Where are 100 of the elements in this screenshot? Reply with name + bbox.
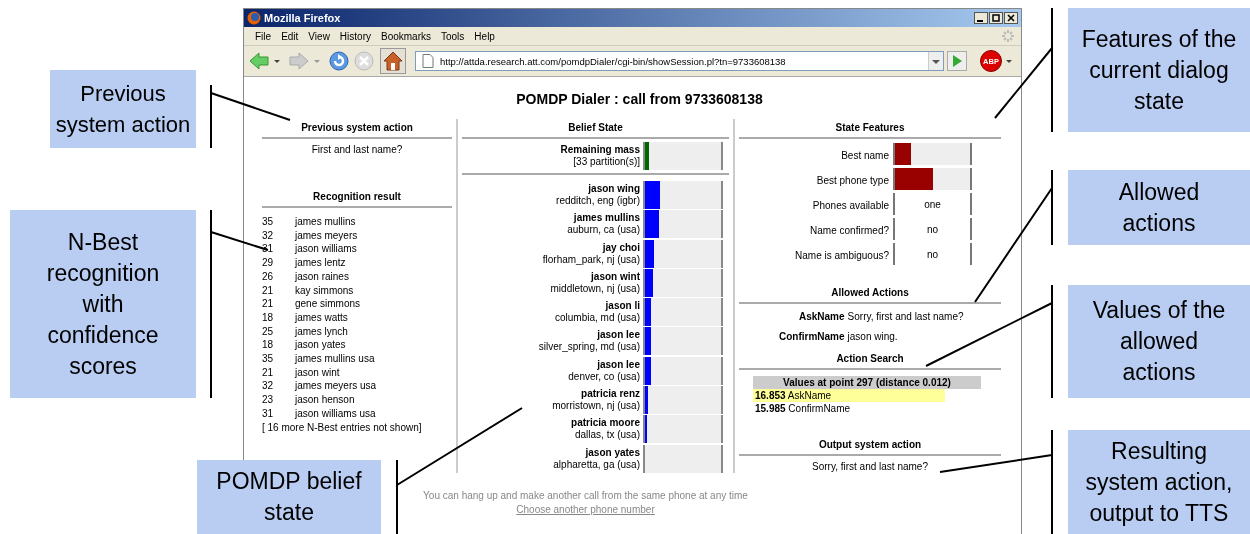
recognized-name: kay simmons bbox=[295, 283, 354, 298]
recognized-name: james lynch bbox=[295, 324, 348, 339]
confidence-score: 21 bbox=[262, 283, 275, 298]
confidence-score: 35 bbox=[262, 352, 275, 366]
hypothesis-name: jason lee bbox=[596, 358, 640, 371]
system-prompt: Sorry, first and last name? bbox=[811, 460, 929, 472]
callout-label: Resulting system action, output to TTS bbox=[1068, 430, 1250, 534]
close-button[interactable] bbox=[1004, 12, 1018, 24]
feature-label: Name confirmed? bbox=[809, 224, 890, 238]
recognized-name: james mullins usa bbox=[295, 352, 375, 366]
hypothesis-location: alpharetta, ga (usa) bbox=[552, 458, 640, 471]
confidence-score: 26 bbox=[262, 269, 275, 284]
action-name: ConfirmName bbox=[779, 330, 845, 344]
section-heading: Previous system action bbox=[262, 119, 452, 139]
callout-label: N-Best recognition with confidence scores bbox=[10, 210, 196, 398]
hypothesis-name: jason wint bbox=[589, 270, 640, 283]
section-heading: Belief State bbox=[462, 119, 729, 139]
callout-label: Allowed actions bbox=[1068, 170, 1250, 245]
hypothesis-location: silver_spring, md (usa) bbox=[537, 341, 640, 354]
maximize-button[interactable] bbox=[989, 12, 1003, 24]
recognized-name: james meyers bbox=[295, 228, 358, 243]
hypothesis-location: columbia, md (usa) bbox=[553, 312, 640, 325]
page-title: POMDP Dialer : call from 9733608138 bbox=[515, 91, 764, 107]
menu-item[interactable]: Edit bbox=[276, 29, 304, 43]
action-value-row-text: 15.985 ConfirmName bbox=[754, 402, 852, 415]
menu-item[interactable]: History bbox=[334, 29, 376, 43]
menu-item[interactable]: Help bbox=[469, 29, 500, 43]
recognized-name: jason wint bbox=[295, 365, 340, 380]
footer-note: You can hang up and make another call from the same phone at any time bbox=[422, 488, 749, 503]
hypothesis-name: jason wing bbox=[587, 183, 640, 195]
feature-label: Phones available bbox=[811, 199, 890, 213]
action-prompt: jason wing. bbox=[847, 330, 899, 344]
firefox-logo-icon[interactable] bbox=[247, 11, 261, 25]
hypothesis-name: jason yates bbox=[584, 446, 640, 459]
recognized-name: jason raines bbox=[295, 269, 349, 284]
confidence-score: 18 bbox=[262, 338, 275, 353]
action-name: AskName bbox=[798, 310, 845, 324]
recognized-name: jason williams usa bbox=[295, 406, 376, 421]
address-field[interactable]: http://attda.research.att.com/pomdpDialer/cgi-bin/showSession.pl?tn=9733608138 bbox=[415, 51, 944, 71]
confidence-score: 32 bbox=[262, 228, 275, 243]
hypothesis-location: florham_park, nj (usa) bbox=[541, 253, 640, 266]
recognized-name: james mullins bbox=[295, 215, 356, 229]
feature-value: no bbox=[893, 243, 972, 265]
menu-item[interactable]: Tools bbox=[436, 29, 470, 43]
values-heading: Values at point 297 (distance 0.012) bbox=[753, 376, 981, 389]
confidence-score: 21 bbox=[262, 365, 275, 380]
menu-item[interactable]: View bbox=[303, 29, 335, 43]
section-heading: State Features bbox=[739, 119, 1001, 139]
reload-icon[interactable] bbox=[328, 50, 350, 72]
confidence-score: 18 bbox=[262, 310, 275, 325]
menu-item[interactable]: File bbox=[250, 29, 277, 43]
feature-label: Best phone type bbox=[815, 174, 890, 188]
hypothesis-name: james mullins bbox=[572, 212, 640, 225]
confidence-score: 23 bbox=[262, 393, 275, 407]
hypothesis-location: dallas, tx (usa) bbox=[573, 429, 640, 442]
confidence-score: 21 bbox=[262, 297, 275, 311]
callout-label: Values of the allowed actions bbox=[1068, 285, 1250, 398]
minimize-button[interactable] bbox=[974, 12, 988, 24]
hypothesis-name: jason lee bbox=[596, 329, 640, 342]
recognized-name: jason henson bbox=[295, 393, 355, 407]
home-icon[interactable] bbox=[380, 48, 406, 74]
hypothesis-name: jason li bbox=[604, 300, 640, 313]
hypothesis-name: jay choi bbox=[601, 241, 640, 254]
section-heading: Action Search bbox=[739, 350, 1001, 370]
feature-value: one bbox=[893, 193, 972, 215]
phone-number-link[interactable]: Choose another phone number bbox=[516, 503, 655, 515]
menu-item[interactable]: Bookmarks bbox=[376, 29, 436, 43]
callout-label: Features of the current dialog state bbox=[1068, 8, 1250, 132]
action-value-row: 16.853 AskName bbox=[753, 389, 945, 402]
recognized-name: jason williams bbox=[295, 242, 357, 257]
hypothesis-location: auburn, ca (usa) bbox=[566, 224, 640, 237]
system-prompt: First and last name? bbox=[310, 143, 404, 157]
hypothesis-location: morristown, nj (usa) bbox=[551, 400, 640, 413]
feature-label: Name is ambiguous? bbox=[794, 249, 890, 263]
recognized-name: james lentz bbox=[295, 256, 346, 270]
confidence-score: 31 bbox=[262, 406, 275, 421]
hypothesis-name: Remaining mass bbox=[559, 144, 640, 156]
hypothesis-name: patricia moore bbox=[570, 417, 640, 430]
confidence-score: 31 bbox=[262, 242, 275, 257]
recognized-name: gene simmons bbox=[295, 297, 361, 311]
hypothesis-location: redditch, eng (igbr) bbox=[555, 195, 640, 207]
action-prompt: Sorry, first and last name? bbox=[847, 310, 964, 324]
recognized-name: jason yates bbox=[295, 338, 346, 353]
hypothesis-location: middletown, nj (usa) bbox=[549, 282, 640, 295]
recognized-name: james meyers usa bbox=[295, 379, 377, 394]
feature-label: Best name bbox=[840, 149, 890, 163]
page-icon[interactable] bbox=[422, 54, 434, 68]
section-heading: Allowed Actions bbox=[739, 284, 1001, 304]
confidence-score: 35 bbox=[262, 215, 275, 229]
feature-value: no bbox=[893, 218, 972, 240]
hypothesis-name: patricia renz bbox=[580, 388, 640, 401]
section-heading: Recognition result bbox=[262, 188, 452, 208]
confidence-score: 29 bbox=[262, 256, 275, 270]
window-title: Mozilla Firefox bbox=[264, 12, 341, 24]
confidence-score: 25 bbox=[262, 324, 275, 339]
callout-label: Previous system action bbox=[50, 70, 196, 148]
more-entries-note: [ 16 more N-Best entries not shown] bbox=[262, 420, 423, 434]
hypothesis-location: denver, co (usa) bbox=[567, 370, 640, 383]
confidence-score: 32 bbox=[262, 379, 275, 394]
hypothesis-location: [33 partition(s)] bbox=[572, 156, 640, 168]
